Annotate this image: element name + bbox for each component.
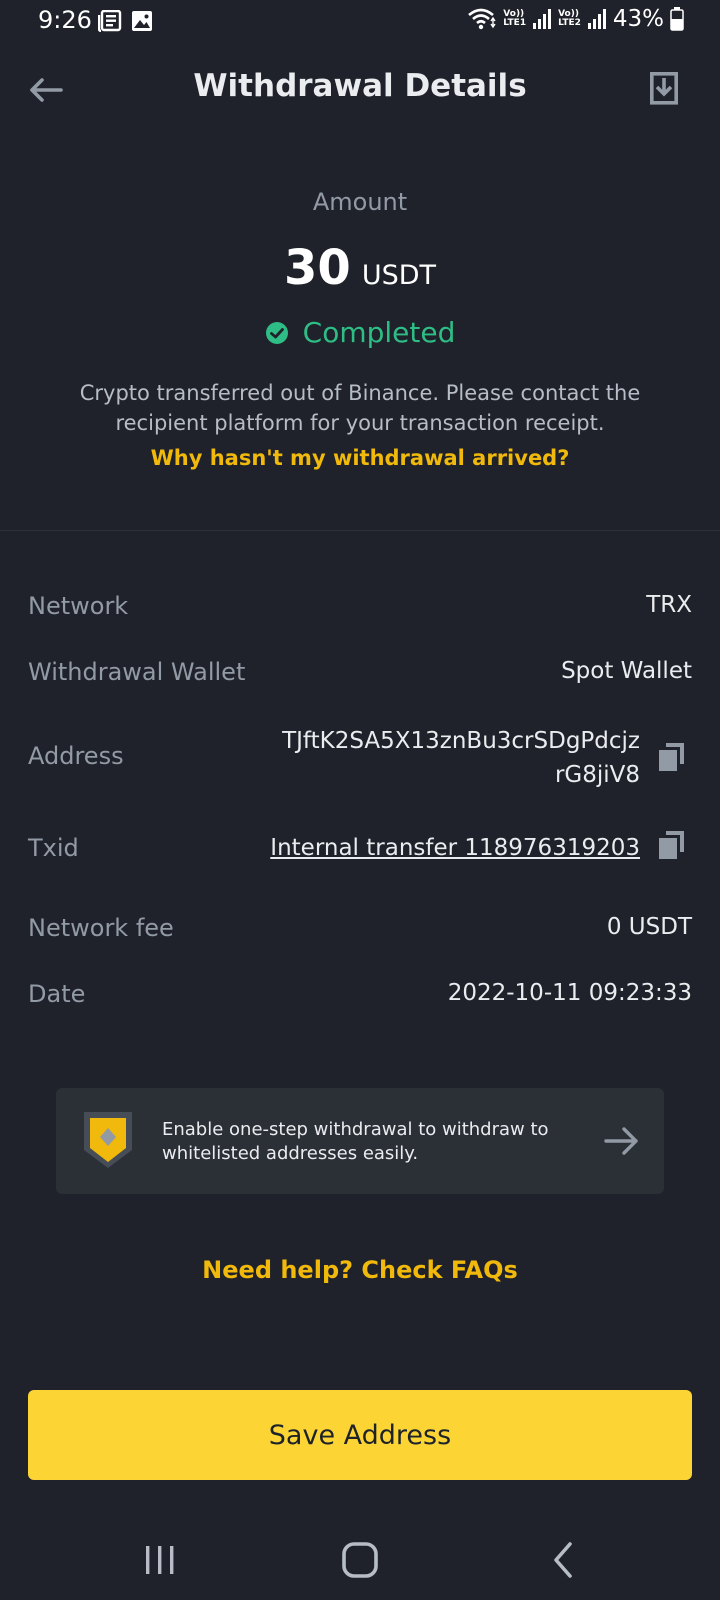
status-completed: Completed — [0, 316, 720, 349]
save-address-button[interactable]: Save Address — [28, 1390, 692, 1480]
home-icon[interactable] — [338, 1538, 382, 1582]
banner-text: Enable one-step withdrawal to withdraw t… — [162, 1119, 549, 1164]
download-receipt-icon[interactable] — [644, 68, 684, 108]
recent-apps-icon[interactable] — [138, 1538, 182, 1582]
amount-label: Amount — [312, 188, 408, 216]
arrow-right-icon — [604, 1127, 638, 1155]
wallet-value: Spot Wallet — [561, 658, 692, 684]
amount-display: 30 USDT — [0, 240, 720, 296]
address-line-1: TJftK2SA5X13znBu3crSDgPdcjz — [282, 728, 640, 754]
address-value: TJftK2SA5X13znBu3crSDgPdcjz rG8jiV8 — [282, 724, 640, 792]
address-label: Address — [28, 742, 124, 770]
date-value: 2022-10-11 09:23:33 — [447, 980, 692, 1006]
fee-label: Network fee — [28, 914, 174, 942]
date-label: Date — [28, 980, 86, 1008]
check-circle-icon — [265, 321, 288, 344]
status-indicators: Vo)) LTE1 Vo)) LTE2 43% — [467, 6, 684, 32]
news-icon — [98, 10, 122, 32]
wifi-icon — [468, 8, 496, 30]
sim1-tag: Vo)) LTE1 — [503, 10, 526, 28]
sim2-tag: Vo)) LTE2 — [558, 10, 581, 28]
shield-icon — [84, 1112, 132, 1168]
one-step-withdrawal-banner[interactable]: Enable one-step withdrawal to withdraw t… — [56, 1088, 664, 1194]
battery-percent: 43% — [612, 6, 664, 32]
back-nav-icon[interactable] — [542, 1538, 586, 1582]
system-nav-bar — [0, 1520, 720, 1600]
header: Withdrawal Details — [0, 60, 720, 120]
why-not-arrived-link[interactable]: Why hasn't my withdrawal arrived? — [0, 446, 720, 470]
status-time: 9:26 — [38, 6, 92, 34]
fee-value: 0 USDT — [606, 914, 692, 940]
signal-icon — [587, 9, 606, 29]
status-text: Completed — [302, 316, 456, 349]
amount-unit: USDT — [361, 260, 437, 291]
status-description: Crypto transferred out of Binance. Pleas… — [79, 381, 641, 435]
network-label: Network — [28, 592, 129, 620]
txid-link[interactable]: Internal transfer 118976319203 — [270, 834, 640, 862]
sim1-lte-label: LTE1 — [503, 18, 527, 28]
gallery-icon — [132, 11, 152, 31]
signal-icon — [533, 9, 552, 29]
battery-icon — [670, 7, 684, 31]
network-value: TRX — [646, 592, 692, 618]
sim2-lte-label: LTE2 — [558, 18, 581, 28]
amount-value: 30 — [283, 240, 351, 296]
status-bar: 9:26 Vo)) LTE1 Vo)) LTE2 43% — [0, 0, 720, 48]
page-title: Withdrawal Details — [193, 68, 527, 104]
address-line-2: rG8jiV8 — [554, 762, 640, 788]
divider — [0, 530, 720, 531]
copy-address-icon[interactable] — [658, 742, 686, 772]
wallet-label: Withdrawal Wallet — [28, 658, 246, 686]
txid-label: Txid — [28, 834, 79, 862]
faq-link[interactable]: Need help? Check FAQs — [0, 1256, 720, 1284]
copy-txid-icon[interactable] — [658, 830, 686, 860]
